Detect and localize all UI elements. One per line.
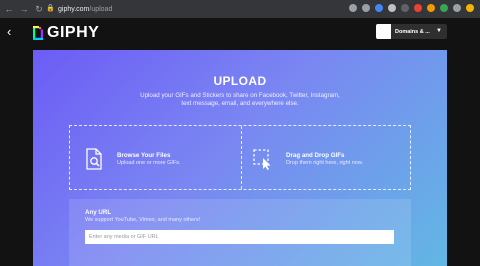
url-label: Any URL bbox=[85, 209, 112, 216]
forward-nav-icon[interactable]: → bbox=[18, 3, 30, 15]
drag-drop-subtitle: Drop them right here, right now. bbox=[286, 160, 364, 166]
account-menu[interactable]: Domains & ... ▼ bbox=[376, 24, 447, 39]
page-title: UPLOAD bbox=[213, 74, 267, 88]
drag-drop-option[interactable]: Drag and Drop GIFs Drop them right here,… bbox=[241, 126, 412, 189]
upload-description: Upload your GIFs and Stickers to share o… bbox=[140, 92, 340, 107]
url-subtitle: We support YouTube, Vimeo, and many othe… bbox=[85, 217, 201, 223]
caret-down-icon: ▼ bbox=[436, 28, 442, 34]
browse-files-option[interactable]: Browse Your Files Upload one or more GIF… bbox=[70, 126, 241, 189]
puzzle-icon[interactable] bbox=[453, 4, 461, 12]
url-path: /upload bbox=[89, 5, 113, 13]
upload-panel: UPLOAD Upload your GIFs and Stickers to … bbox=[33, 50, 447, 266]
browse-title: Browse Your Files bbox=[117, 152, 171, 159]
star-icon[interactable] bbox=[362, 4, 370, 12]
extension-orange-icon[interactable] bbox=[427, 4, 435, 12]
url-host: giphy.com bbox=[58, 5, 90, 13]
account-name: Domains & ... bbox=[395, 28, 430, 35]
giphy-logo[interactable]: GIPHY bbox=[33, 24, 99, 42]
browse-subtitle: Upload one or more GIFs. bbox=[117, 160, 181, 166]
extension-blue-icon[interactable] bbox=[375, 4, 383, 12]
extension-gray-icon[interactable] bbox=[388, 4, 396, 12]
extension-green-icon[interactable] bbox=[440, 4, 448, 12]
url-input[interactable] bbox=[85, 230, 394, 244]
extensions-tray bbox=[349, 4, 474, 12]
upload-options: Browse Your Files Upload one or more GIF… bbox=[69, 125, 411, 190]
avatar bbox=[376, 24, 391, 39]
address-bar[interactable]: 🔒 giphy.com/upload bbox=[46, 3, 346, 15]
drag-drop-title: Drag and Drop GIFs bbox=[286, 152, 345, 159]
logo-text: GIPHY bbox=[47, 24, 100, 41]
url-upload-section: Any URL We support YouTube, Vimeo, and m… bbox=[69, 199, 411, 266]
extension-dark-icon[interactable] bbox=[401, 4, 409, 12]
extension-red-icon[interactable] bbox=[414, 4, 422, 12]
back-nav-icon[interactable]: ← bbox=[3, 3, 15, 15]
drag-drop-icon bbox=[253, 149, 271, 170]
lock-icon: 🔒 bbox=[46, 5, 55, 12]
browser-toolbar: ← → ↻ 🔒 giphy.com/upload bbox=[0, 0, 480, 18]
profile-icon[interactable] bbox=[466, 4, 474, 12]
back-arrow-icon[interactable]: ‹ bbox=[7, 25, 17, 39]
file-search-icon bbox=[86, 148, 102, 170]
reload-icon[interactable]: ↻ bbox=[33, 3, 45, 15]
giphy-logo-icon bbox=[33, 26, 43, 40]
key-icon[interactable] bbox=[349, 4, 357, 12]
